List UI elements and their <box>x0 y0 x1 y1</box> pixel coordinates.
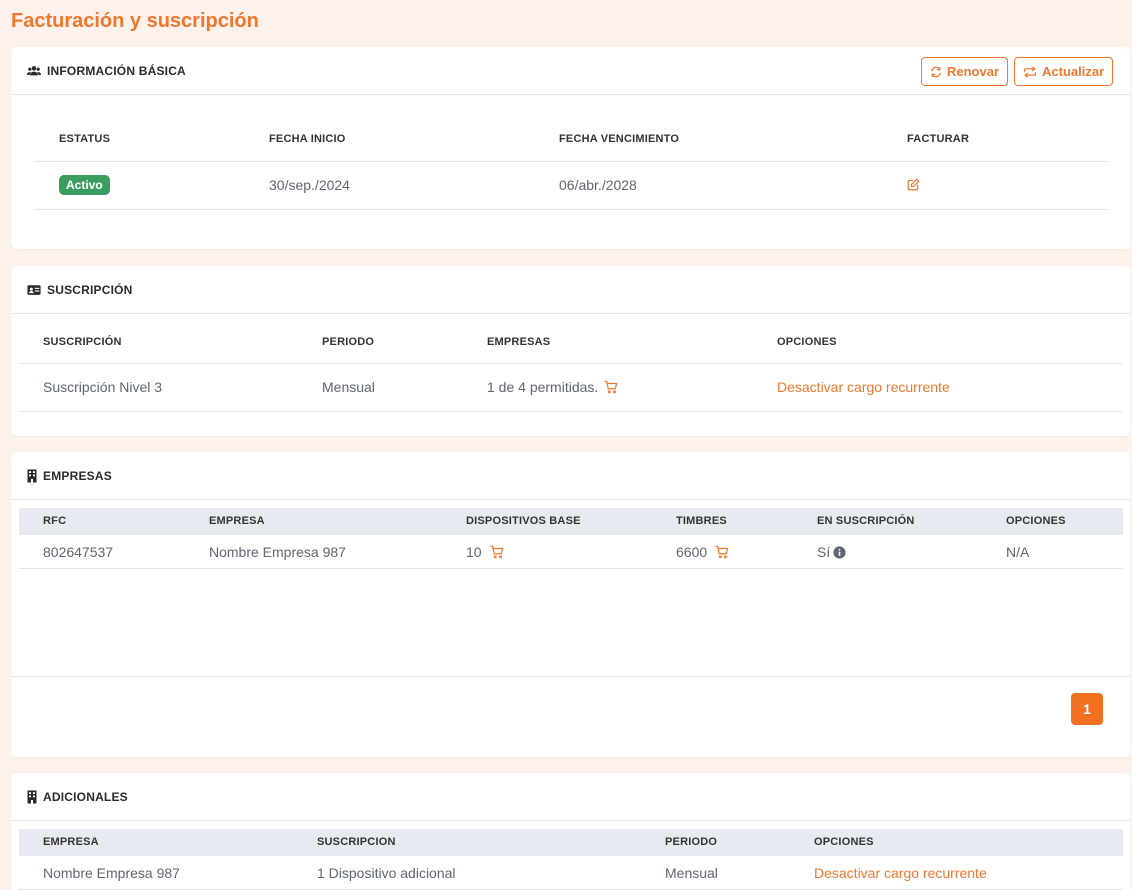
col-invoice: FACTURAR <box>907 133 970 145</box>
companies-card: EMPRESAS RFC EMPRESA DISPOSITIVOS BASE T… <box>11 452 1131 757</box>
cart-icon[interactable] <box>604 380 618 394</box>
cart-icon[interactable] <box>715 545 729 559</box>
divider <box>35 209 1107 210</box>
col-period: PERIODO <box>322 336 375 348</box>
companies-header: EMPRESAS <box>11 452 1131 500</box>
col-start-date: FECHA INICIO <box>269 133 346 145</box>
company-name: Nombre Empresa 987 <box>209 544 346 560</box>
additional-subscription: 1 Dispositivo adicional <box>317 865 456 881</box>
additional-period: Mensual <box>665 865 718 881</box>
divider <box>19 411 1123 412</box>
sync-icon <box>930 66 942 78</box>
divider <box>11 676 1131 677</box>
in-subscription: Sí <box>817 544 846 560</box>
deactivate-recurring-link[interactable]: Desactivar cargo recurrente <box>777 379 950 395</box>
basic-info-title: INFORMACIÓN BÁSICA <box>27 64 186 78</box>
expiry-date: 06/abr./2028 <box>559 177 637 193</box>
col-expiry-date: FECHA VENCIMIENTO <box>559 133 680 145</box>
divider <box>19 363 1123 364</box>
col-base-devices: DISPOSITIVOS BASE <box>466 515 581 527</box>
update-button[interactable]: Actualizar <box>1014 57 1114 86</box>
divider <box>35 161 1107 162</box>
page-title: Facturación y suscripción <box>11 10 259 32</box>
basic-info-title-label: INFORMACIÓN BÁSICA <box>47 63 186 78</box>
col-rfc: RFC <box>43 515 67 527</box>
renew-button[interactable]: Renovar <box>921 57 1009 86</box>
col-company: EMPRESA <box>209 515 265 527</box>
companies-title-label: EMPRESAS <box>43 468 112 483</box>
table-header-bg <box>19 829 1123 856</box>
companies-count: 1 de 4 permitidas. <box>487 379 618 395</box>
additional-company: Nombre Empresa 987 <box>43 865 180 881</box>
additionals-title-label: ADICIONALES <box>43 789 128 804</box>
info-icon[interactable] <box>833 545 846 559</box>
building-icon <box>27 790 37 804</box>
subscription-header: SUSCRIPCIÓN <box>11 266 1131 314</box>
base-devices-value: 10 <box>466 544 482 560</box>
stamps: 6600 <box>676 544 729 560</box>
companies-title: EMPRESAS <box>27 469 112 483</box>
users-icon <box>27 64 41 78</box>
col-subscription: SUSCRIPCION <box>317 836 396 848</box>
col-subscription: SUSCRIPCIÓN <box>43 336 122 348</box>
deactivate-recurring-link[interactable]: Desactivar cargo recurrente <box>814 865 987 881</box>
base-devices: 10 <box>466 544 504 560</box>
subscription-period: Mensual <box>322 379 375 395</box>
additionals-card: ADICIONALES EMPRESA SUSCRIPCION PERIODO … <box>11 773 1131 890</box>
pagination-page-button[interactable]: 1 <box>1071 693 1103 725</box>
additionals-header: ADICIONALES <box>11 773 1131 821</box>
cart-icon[interactable] <box>489 545 504 559</box>
col-period: PERIODO <box>665 836 718 848</box>
subscription-title: SUSCRIPCIÓN <box>27 283 133 297</box>
col-companies: EMPRESAS <box>487 336 551 348</box>
col-options: OPCIONES <box>777 336 837 348</box>
company-options: N/A <box>1006 544 1030 560</box>
divider <box>19 568 1123 569</box>
col-options: OPCIONES <box>814 836 874 848</box>
basic-info-card: INFORMACIÓN BÁSICA Renovar Actualizar ES… <box>11 47 1131 249</box>
col-options: OPCIONES <box>1006 515 1066 527</box>
update-button-label: Actualizar <box>1042 64 1105 79</box>
start-date: 30/sep./2024 <box>269 177 350 193</box>
stamps-value: 6600 <box>676 544 708 560</box>
edit-icon[interactable] <box>907 178 920 191</box>
subscription-card: SUSCRIPCIÓN SUSCRIPCIÓN PERIODO EMPRESAS… <box>11 266 1131 436</box>
in-subscription-value: Sí <box>817 544 831 560</box>
col-stamps: TIMBRES <box>676 515 727 527</box>
renew-button-label: Renovar <box>947 64 1000 79</box>
subscription-name: Suscripción Nivel 3 <box>43 379 163 395</box>
repeat-icon <box>1023 66 1037 78</box>
id-card-icon <box>27 283 41 297</box>
subscription-title-label: SUSCRIPCIÓN <box>47 282 133 297</box>
basic-info-header: INFORMACIÓN BÁSICA Renovar Actualizar <box>11 47 1131 95</box>
companies-count-label: 1 de 4 permitidas. <box>487 379 599 395</box>
col-status: ESTATUS <box>59 133 111 145</box>
additionals-title: ADICIONALES <box>27 790 128 804</box>
col-company: EMPRESA <box>43 836 99 848</box>
company-rfc: 802647537 <box>43 544 114 560</box>
col-in-subscription: EN SUSCRIPCIÓN <box>817 515 915 527</box>
status-badge: Activo <box>59 175 110 195</box>
building-icon <box>27 469 37 483</box>
